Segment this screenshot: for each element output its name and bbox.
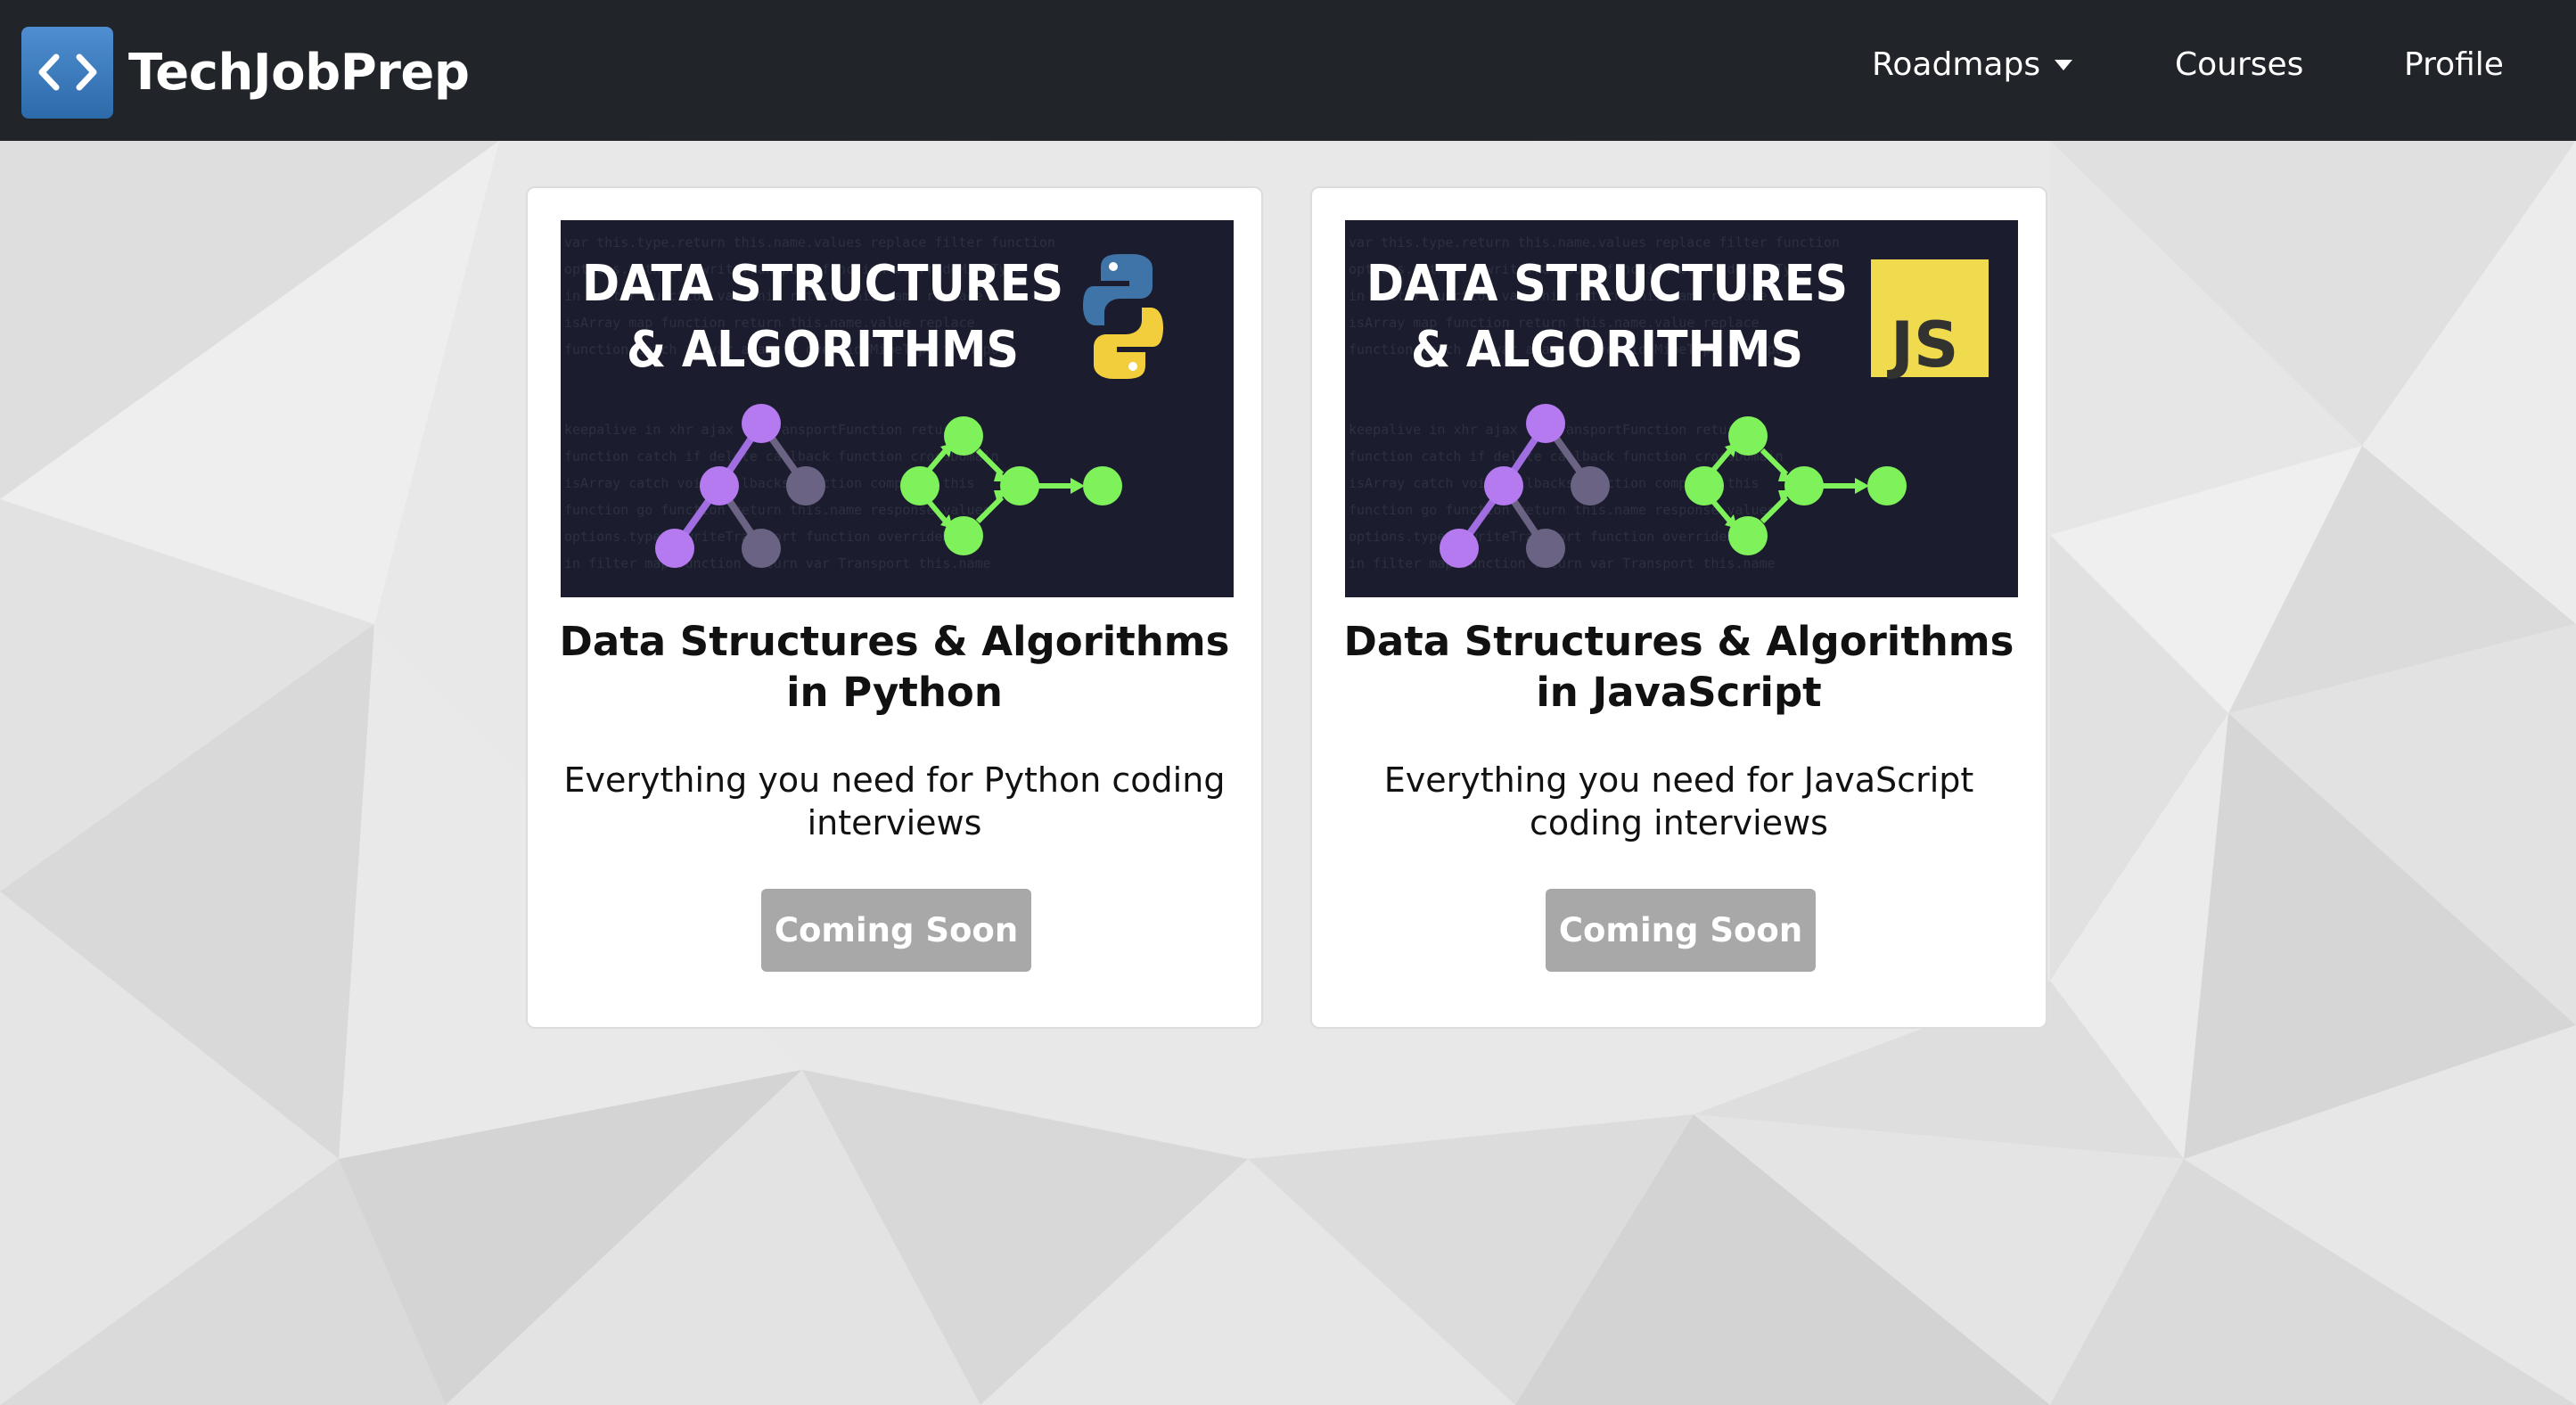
nav-profile-link[interactable]: Profile [2404, 46, 2504, 83]
coming-soon-button[interactable]: Coming Soon [1546, 889, 1816, 972]
course-title: Data Structures & Algorithms in JavaScri… [1343, 618, 2014, 716]
course-thumbnail-javascript: var this.type.return this.name.values re… [1345, 220, 2018, 597]
course-thumbnail-python: var this.type.return this.name.values re… [561, 220, 1234, 597]
svg-text:var this.type.return this.name: var this.type.return this.name.values re… [564, 234, 1055, 251]
course-card-python: var this.type.return this.name.values re… [526, 186, 1263, 1029]
svg-text:function go function return th: function go function return this.name re… [564, 502, 991, 518]
thumbnail-title-line1: DATA STRUCTURES [1366, 255, 1848, 313]
course-card-javascript: var this.type.return this.name.values re… [1310, 186, 2047, 1029]
course-description: Everything you need for Python coding in… [563, 760, 1226, 842]
low-poly-background [0, 0, 2576, 1405]
thumbnail-title-line2: & ALGORITHMS [1411, 321, 1803, 379]
svg-text:var this.type.return this.name: var this.type.return this.name.values re… [1349, 234, 1840, 251]
top-navbar: TechJobPrep Roadmaps Courses Profile [0, 0, 2576, 141]
brand[interactable]: TechJobPrep [21, 26, 470, 119]
brand-name: TechJobPrep [128, 43, 470, 102]
js-badge-text: JS [1887, 308, 1958, 382]
nav-roadmaps-dropdown[interactable]: Roadmaps [1872, 46, 2073, 83]
course-title: Data Structures & Algorithms in Python [559, 618, 1230, 716]
svg-text:function go function return th: function go function return this.name re… [1349, 502, 1776, 518]
code-brackets-icon [21, 26, 113, 119]
nav-profile-label: Profile [2404, 46, 2504, 83]
nav-courses-label: Courses [2175, 46, 2304, 83]
course-description: Everything you need for JavaScript codin… [1383, 760, 1974, 842]
javascript-logo-icon: JS [1871, 259, 1989, 382]
coming-soon-button[interactable]: Coming Soon [761, 889, 1031, 972]
nav-courses-link[interactable]: Courses [2175, 46, 2303, 83]
thumbnail-title-line1: DATA STRUCTURES [582, 255, 1063, 313]
caret-down-icon [2055, 59, 2073, 70]
thumbnail-title-line2: & ALGORITHMS [627, 321, 1019, 379]
nav-roadmaps-label: Roadmaps [1872, 46, 2041, 83]
